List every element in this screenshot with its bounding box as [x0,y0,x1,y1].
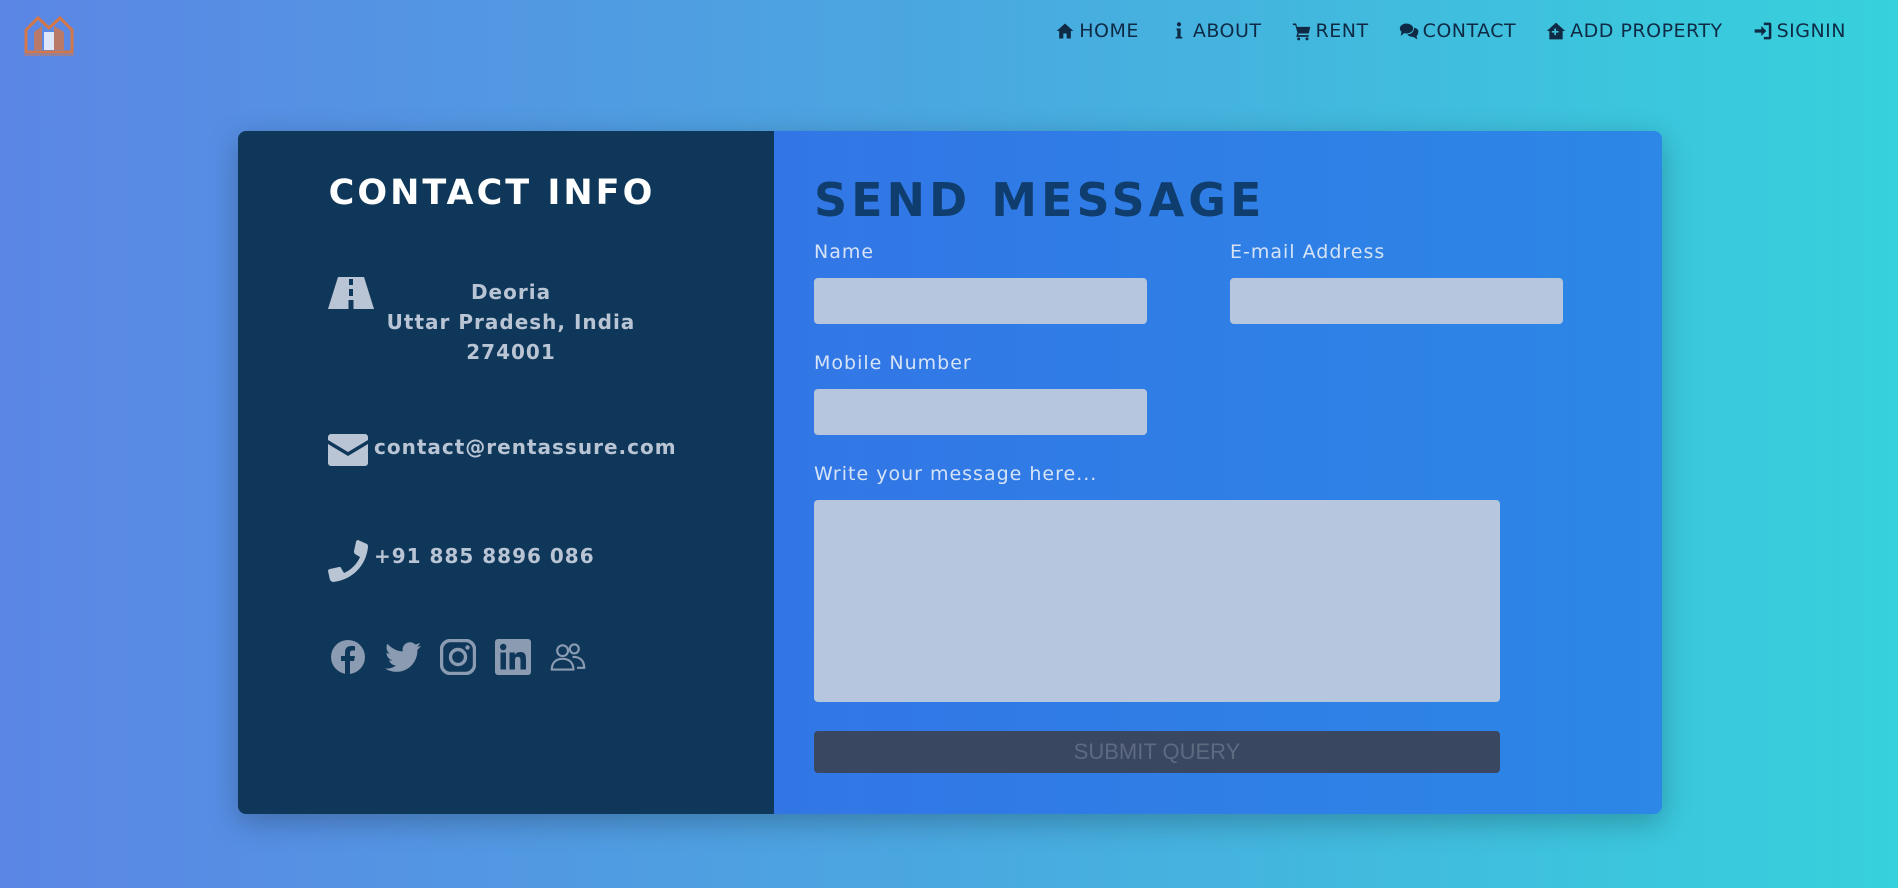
mobile-input[interactable] [814,389,1147,435]
home-icon [1056,23,1074,39]
nav-about-label: ABOUT [1192,20,1262,42]
message-textarea[interactable] [814,500,1500,702]
main-nav: HOME ABOUT RENT CONTACT ADD PROPERTY SIG… [1055,20,1846,42]
nav-add-property-label: ADD PROPERTY [1570,20,1723,42]
comments-icon [1399,23,1418,40]
address-text: Deoria Uttar Pradesh, India 274001 [358,277,664,367]
linkedin-icon[interactable] [495,639,531,675]
logo-house-icon [24,15,74,56]
nav-signin[interactable]: SIGNIN [1753,20,1846,42]
email-row: contact@rentassure.com [328,434,677,466]
nav-rent[interactable]: RENT [1292,20,1369,42]
nav-rent-label: RENT [1315,20,1369,42]
name-label: Name [814,241,875,263]
address-line-2: Uttar Pradesh, India [386,310,636,334]
mobile-label: Mobile Number [814,352,972,374]
submit-query-button[interactable]: SUBMIT QUERY [814,731,1500,773]
nav-about[interactable]: ABOUT [1169,20,1262,42]
social-links [330,639,586,675]
nav-signin-label: SIGNIN [1776,20,1846,42]
nav-contact[interactable]: CONTACT [1399,20,1517,42]
house-add-icon [1547,22,1566,40]
email-input[interactable] [1230,278,1563,324]
send-message-title: SEND MESSAGE [814,173,1266,227]
phone-number[interactable]: +91 885 8896 086 [374,540,595,572]
address-line-1: Deoria [470,280,552,304]
phone-row: +91 885 8896 086 [328,540,595,582]
twitter-icon[interactable] [385,639,421,675]
nav-home-label: HOME [1079,20,1139,42]
envelope-icon [328,434,368,466]
contact-card: CONTACT INFO Deoria Uttar Pradesh, India… [238,131,1662,814]
nav-add-property[interactable]: ADD PROPERTY [1546,20,1722,42]
send-message-panel: SEND MESSAGE Name E-mail Address Mobile … [774,131,1662,814]
nav-contact-label: CONTACT [1422,20,1517,42]
contact-info-panel: CONTACT INFO Deoria Uttar Pradesh, India… [238,131,774,814]
message-label: Write your message here... [814,463,1098,485]
email-label: E-mail Address [1230,241,1386,263]
name-input[interactable] [814,278,1147,324]
brand-logo[interactable] [20,8,78,58]
info-icon [1175,22,1183,39]
facebook-icon[interactable] [330,639,366,675]
nav-home[interactable]: HOME [1055,20,1139,42]
contact-info-title: CONTACT INFO [328,173,656,213]
sign-in-icon [1754,22,1771,40]
email-link[interactable]: contact@rentassure.com [374,434,677,460]
address-line-3: 274001 [466,340,556,364]
instagram-icon[interactable] [440,639,476,675]
cart-icon [1292,23,1310,41]
people-icon[interactable] [550,639,586,675]
phone-icon [328,540,368,582]
